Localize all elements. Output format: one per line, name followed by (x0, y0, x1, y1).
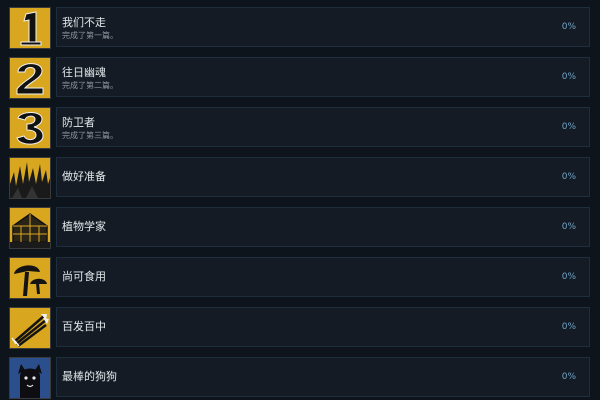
achievement-panel: 尚可食用 0% (56, 257, 590, 297)
arrows-icon (9, 307, 51, 349)
achievement-title: 防卫者 (62, 116, 95, 129)
achievement-row[interactable]: 植物学家 0% (0, 204, 600, 249)
achievement-description: 完成了第一篇。 (62, 31, 118, 40)
achievement-title: 尚可食用 (62, 270, 106, 283)
achievement-percent: 0% (561, 172, 576, 182)
achievement-percent: 0% (561, 72, 576, 82)
achievement-title: 百发百中 (62, 320, 106, 333)
number-three-icon (9, 107, 51, 149)
achievement-panel: 往日幽魂 完成了第二篇。 0% (56, 57, 590, 97)
achievement-list: 我们不走 完成了第一篇。 0% 往日幽魂 完成了第二篇。 0% 防卫者 完成了第… (0, 0, 600, 400)
achievement-description: 完成了第三篇。 (62, 131, 118, 140)
spiky-grass-icon (9, 157, 51, 199)
achievement-percent: 0% (561, 22, 576, 32)
achievement-title: 我们不走 (62, 16, 106, 29)
achievement-percent: 0% (561, 222, 576, 232)
achievement-panel: 最棒的狗狗 0% (56, 357, 590, 397)
achievement-percent: 0% (561, 122, 576, 132)
greenhouse-icon (9, 207, 51, 249)
achievement-title: 做好准备 (62, 170, 106, 183)
achievement-row[interactable]: 最棒的狗狗 0% (0, 354, 600, 399)
number-one-icon (9, 7, 51, 49)
achievement-percent: 0% (561, 372, 576, 382)
number-two-icon (9, 57, 51, 99)
achievement-panel: 防卫者 完成了第三篇。 0% (56, 107, 590, 147)
achievement-panel: 百发百中 0% (56, 307, 590, 347)
dog-icon (9, 357, 51, 399)
achievement-percent: 0% (561, 322, 576, 332)
achievement-description: 完成了第二篇。 (62, 81, 118, 90)
achievement-title: 往日幽魂 (62, 66, 106, 79)
achievement-title: 植物学家 (62, 220, 106, 233)
achievement-row[interactable]: 做好准备 0% (0, 154, 600, 199)
mushroom-icon (9, 257, 51, 299)
achievement-percent: 0% (561, 272, 576, 282)
achievement-panel: 做好准备 0% (56, 157, 590, 197)
achievement-row[interactable]: 百发百中 0% (0, 304, 600, 349)
achievement-row[interactable]: 防卫者 完成了第三篇。 0% (0, 104, 600, 149)
achievement-panel: 我们不走 完成了第一篇。 0% (56, 7, 590, 47)
achievement-row[interactable]: 我们不走 完成了第一篇。 0% (0, 4, 600, 49)
achievement-title: 最棒的狗狗 (62, 370, 117, 383)
achievement-panel: 植物学家 0% (56, 207, 590, 247)
achievement-row[interactable]: 尚可食用 0% (0, 254, 600, 299)
achievement-row[interactable]: 往日幽魂 完成了第二篇。 0% (0, 54, 600, 99)
